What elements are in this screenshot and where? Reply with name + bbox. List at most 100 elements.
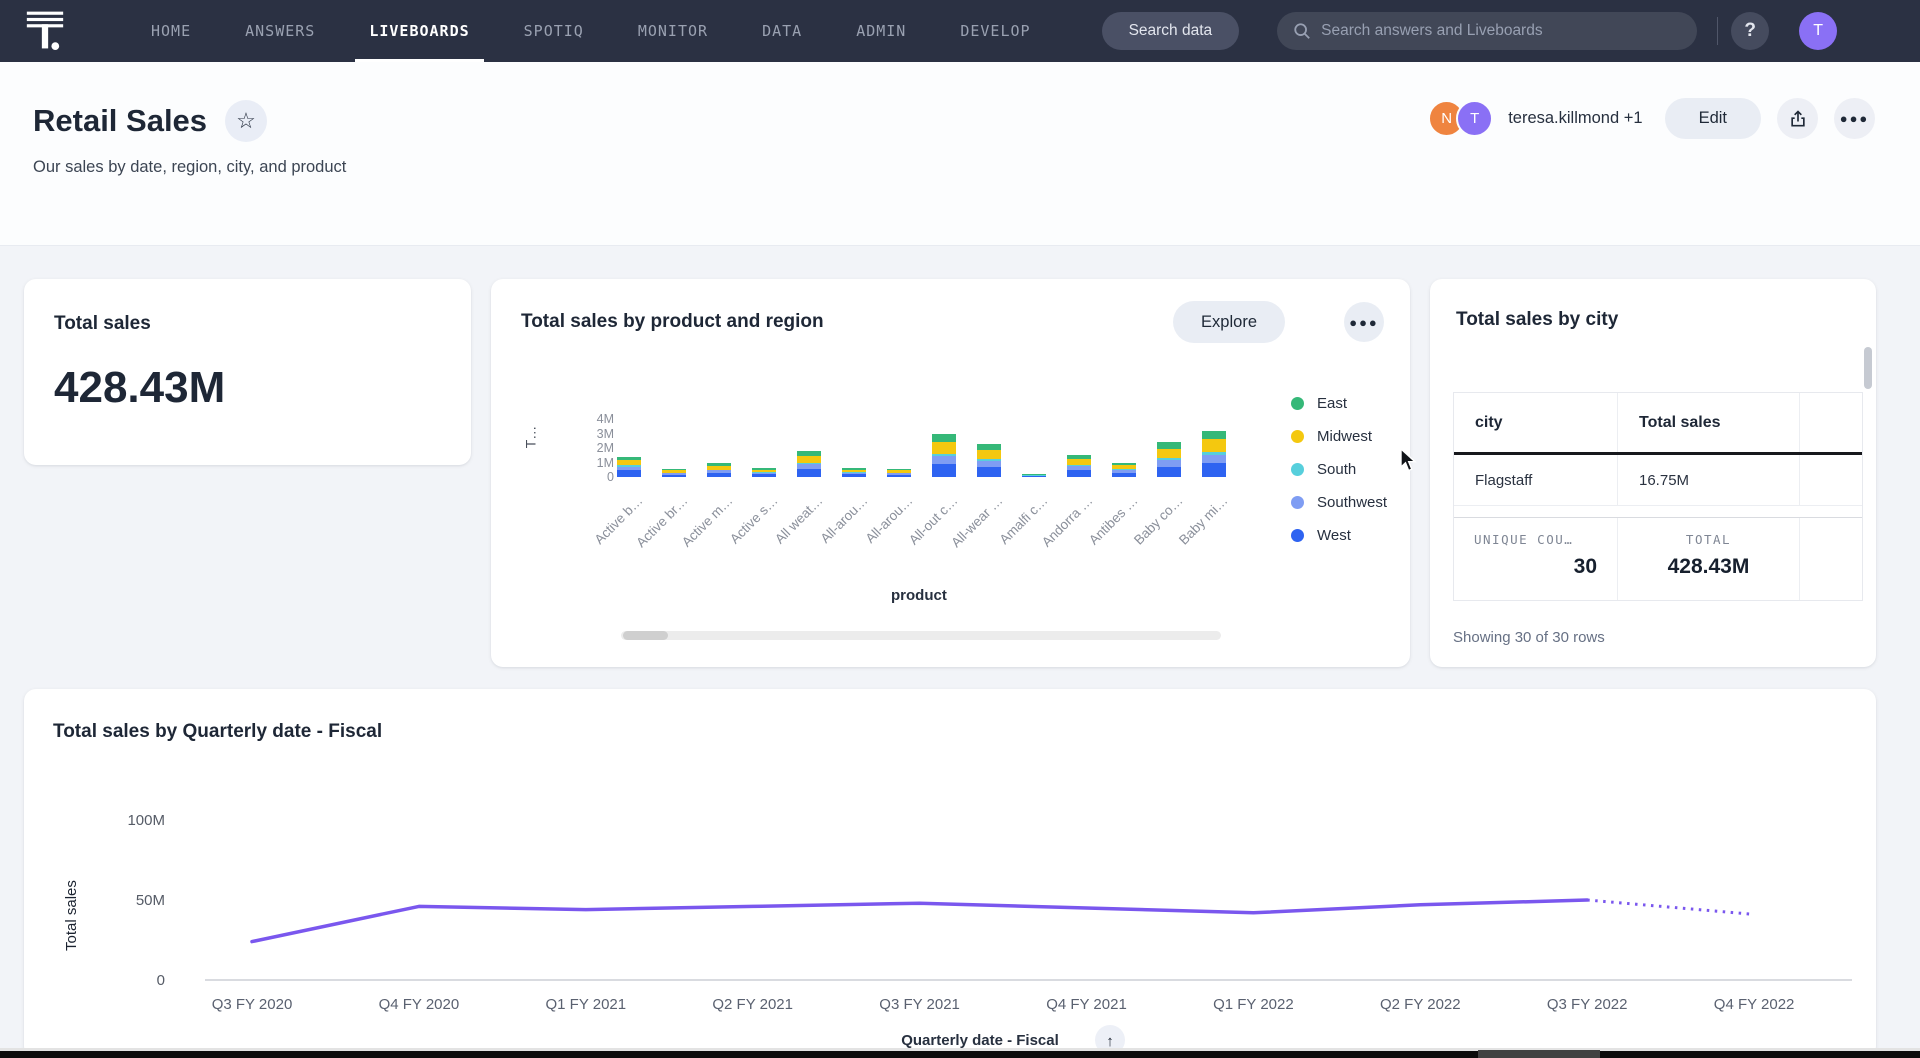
user-avatar[interactable]: T xyxy=(1799,12,1837,50)
bar-active-b-[interactable] xyxy=(617,457,641,477)
legend-dot-east xyxy=(1291,397,1304,410)
table-summary-row: UNIQUE COU…30TOTAL428.43M xyxy=(1454,518,1862,600)
global-search-input[interactable]: Search answers and Liveboards xyxy=(1277,12,1697,50)
nav-item-data[interactable]: DATA xyxy=(748,0,816,62)
bar-segment-west[interactable] xyxy=(842,474,866,477)
table-vscrollbar-thumb[interactable] xyxy=(1864,347,1872,389)
bar-segment-west[interactable] xyxy=(1022,476,1046,477)
line-xtick: Q2 FY 2021 xyxy=(712,996,793,1013)
bar-ytick: 3M xyxy=(572,427,614,441)
nav-item-home[interactable]: HOME xyxy=(137,0,205,62)
nav-item-monitor[interactable]: MONITOR xyxy=(624,0,722,62)
bar-active-s-[interactable] xyxy=(752,468,776,477)
bar-segment-west[interactable] xyxy=(932,464,956,477)
bar-active-m-[interactable] xyxy=(707,463,731,477)
bar-all-out-c-[interactable] xyxy=(932,434,956,478)
nav-item-answers[interactable]: ANSWERS xyxy=(231,0,329,62)
bar-baby-co-[interactable] xyxy=(1157,442,1181,477)
sales-line-projection[interactable] xyxy=(1587,900,1754,914)
bar-segment-midwest[interactable] xyxy=(1202,439,1226,451)
bar-all-wear-[interactable] xyxy=(977,444,1001,477)
line-xtick: Q1 FY 2021 xyxy=(545,996,626,1013)
bar-active-br-[interactable] xyxy=(662,469,686,477)
favorite-star-button[interactable]: ☆ xyxy=(225,100,267,142)
line-xtick: Q3 FY 2021 xyxy=(879,996,960,1013)
bar-segment-west[interactable] xyxy=(797,469,821,477)
product-region-chart-card: Total sales by product and region Explor… xyxy=(491,279,1410,667)
sales-line[interactable] xyxy=(252,900,1587,942)
owner-label[interactable]: teresa.killmond +1 xyxy=(1508,109,1642,128)
help-button[interactable]: ? xyxy=(1731,12,1769,50)
column-header-city[interactable]: city xyxy=(1454,393,1618,452)
bar-segment-west[interactable] xyxy=(1067,470,1091,477)
legend-item-east[interactable]: East xyxy=(1291,387,1387,420)
bar-segment-west[interactable] xyxy=(977,467,1001,477)
line-xtick: Q4 FY 2022 xyxy=(1714,996,1795,1013)
search-icon xyxy=(1293,22,1311,40)
legend-item-south[interactable]: South xyxy=(1291,453,1387,486)
bottom-scrollbar[interactable] xyxy=(0,1048,1920,1058)
edit-button[interactable]: Edit xyxy=(1665,98,1761,139)
table-row-count: Showing 30 of 30 rows xyxy=(1453,629,1605,646)
nav-item-liveboards[interactable]: LIVEBOARDS xyxy=(355,0,483,62)
nav-item-develop[interactable]: DEVELOP xyxy=(946,0,1044,62)
share-button[interactable] xyxy=(1777,98,1818,139)
line-xtick: Q2 FY 2022 xyxy=(1380,996,1461,1013)
nav-item-admin[interactable]: ADMIN xyxy=(842,0,920,62)
total-sales-kpi-card[interactable]: Total sales 428.43M xyxy=(24,279,471,465)
line-xtick: Q4 FY 2020 xyxy=(379,996,460,1013)
bar-segment-west[interactable] xyxy=(887,475,911,477)
bar-xtick: Active b… xyxy=(557,493,645,581)
bar-segment-midwest[interactable] xyxy=(1157,449,1181,458)
cell-total-sales: 16.75M xyxy=(1618,455,1800,505)
legend-item-southwest[interactable]: Southwest xyxy=(1291,486,1387,519)
bar-segment-east[interactable] xyxy=(1202,431,1226,440)
bar-segment-west[interactable] xyxy=(662,475,686,477)
bar-antibes-[interactable] xyxy=(1112,463,1136,478)
legend-item-midwest[interactable]: Midwest xyxy=(1291,420,1387,453)
line-ytick: 0 xyxy=(157,972,165,989)
bar-segment-east[interactable] xyxy=(932,434,956,443)
bottom-scrollbar-thumb[interactable] xyxy=(1478,1050,1600,1058)
share-icon xyxy=(1788,109,1808,129)
bar-all-weat-[interactable] xyxy=(797,451,821,477)
legend-item-west[interactable]: West xyxy=(1291,519,1387,552)
nav-item-spotiq[interactable]: SPOTIQ xyxy=(510,0,598,62)
chart-hscrollbar-thumb[interactable] xyxy=(623,631,668,640)
bar-ytick: 1M xyxy=(572,456,614,470)
bar-segment-west[interactable] xyxy=(617,470,641,477)
thoughtspot-logo[interactable] xyxy=(24,8,66,54)
bar-ytick: 2M xyxy=(572,441,614,455)
legend-dot-south xyxy=(1291,463,1304,476)
bar-segment-southwest[interactable] xyxy=(1202,455,1226,464)
bar-andorra-[interactable] xyxy=(1067,455,1091,477)
line-ytick: 50M xyxy=(136,892,165,909)
more-options-button[interactable]: ●●● xyxy=(1834,98,1875,139)
legend-label: Southwest xyxy=(1317,494,1387,511)
bar-segment-midwest[interactable] xyxy=(932,442,956,454)
table-row[interactable]: Flagstaff16.75M xyxy=(1454,455,1862,506)
page-title: Retail Sales xyxy=(33,103,207,139)
bar-baby-mi-[interactable] xyxy=(1202,431,1226,477)
bar-amalfi-c-[interactable] xyxy=(1022,474,1046,477)
chart-hscrollbar[interactable] xyxy=(621,631,1221,640)
bar-segment-west[interactable] xyxy=(1157,467,1181,477)
legend-dot-southwest xyxy=(1291,496,1304,509)
line-xtick: Q3 FY 2022 xyxy=(1547,996,1628,1013)
bar-segment-west[interactable] xyxy=(1202,463,1226,477)
bar-segment-southwest[interactable] xyxy=(932,456,956,464)
bar-all-arou-[interactable] xyxy=(842,468,866,477)
top-nav: HOME ANSWERS LIVEBOARDS SPOTIQ MONITOR DATA AD… xyxy=(0,0,1920,62)
bar-segment-west[interactable] xyxy=(752,474,776,477)
stacked-bar-plot: 01M2M3M4MT…Active b…Active br…Active m…A… xyxy=(491,279,1410,667)
summary-empty-cell xyxy=(1800,518,1862,600)
bar-segment-west[interactable] xyxy=(1112,473,1136,477)
collaborator-avatar-t[interactable]: T xyxy=(1456,100,1493,137)
bar-segment-midwest[interactable] xyxy=(977,450,1001,459)
bar-segment-west[interactable] xyxy=(707,473,731,477)
search-data-button[interactable]: Search data xyxy=(1102,12,1240,50)
bar-y-axis-label: T… xyxy=(522,426,538,449)
quarterly-line-plot: 050M100MTotal salesQ3 FY 2020Q4 FY 2020Q… xyxy=(24,689,1876,1058)
bar-all-arou-[interactable] xyxy=(887,469,911,477)
column-header-total-sales[interactable]: Total sales xyxy=(1618,393,1800,452)
